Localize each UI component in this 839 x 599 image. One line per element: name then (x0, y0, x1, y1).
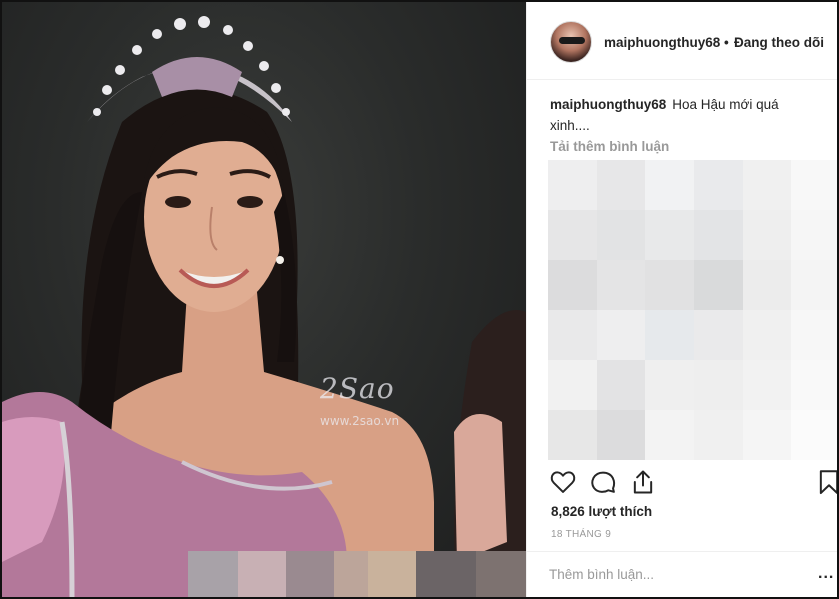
load-more-comments-link[interactable]: Tải thêm bình luận (550, 139, 669, 154)
follow-status-button[interactable]: Đang theo dõi (734, 35, 824, 50)
censor-block (596, 160, 646, 210)
censor-block (548, 360, 597, 410)
censor-block (596, 310, 646, 360)
censored-comments (548, 160, 837, 460)
censor-block (791, 360, 837, 410)
censor-block (645, 160, 694, 210)
censor-block (286, 551, 334, 597)
more-options-button[interactable]: ... (818, 565, 834, 583)
censor-block (742, 310, 792, 360)
post-date[interactable]: 18 THÁNG 9 (551, 529, 611, 540)
censor-block (368, 551, 416, 597)
censor-block (596, 360, 646, 410)
bookmark-icon[interactable] (815, 468, 837, 496)
censor-block (238, 551, 286, 597)
censor-block (416, 551, 476, 597)
censor-block (742, 260, 792, 310)
post-header: maiphuongthuy68 • Đang theo dõi (527, 2, 837, 80)
post-photo[interactable]: 2Sao www.2sao.vn (2, 2, 526, 597)
censor-block (645, 260, 694, 310)
watermark: 2Sao www.2sao.vn (320, 372, 430, 432)
censor-block (791, 160, 837, 210)
censor-block (791, 310, 837, 360)
photo-illustration (2, 16, 526, 597)
post-sidebar: maiphuongthuy68 • Đang theo dõi maiphuon… (526, 2, 837, 597)
censor-block (596, 410, 646, 460)
censor-block (548, 260, 597, 310)
censor-block (694, 360, 743, 410)
censor-block (791, 210, 837, 260)
instagram-post-frame: 2Sao www.2sao.vn maiphuongthuy68 • Đang … (0, 0, 839, 599)
censor-block (694, 310, 743, 360)
comment-input[interactable] (549, 567, 789, 582)
like-count[interactable]: 8,826 lượt thích (551, 504, 652, 519)
censor-block (645, 360, 694, 410)
share-icon[interactable] (629, 468, 657, 496)
censor-block (694, 410, 743, 460)
comment-icon[interactable] (589, 468, 617, 496)
comment-bar: ... (527, 551, 837, 597)
photo-censor-strip (188, 551, 526, 597)
censor-block (476, 551, 526, 597)
watermark-url: www.2sao.vn (320, 414, 400, 428)
censor-block (742, 360, 792, 410)
header-separator: • (724, 35, 729, 50)
post-actions (527, 464, 837, 500)
censor-block (188, 551, 238, 597)
censor-block (742, 160, 792, 210)
heart-icon[interactable] (549, 468, 577, 496)
censor-block (791, 410, 837, 460)
censor-block (742, 410, 792, 460)
post-caption: maiphuongthuy68 Hoa Hậu mới quá xinh.... (550, 94, 800, 136)
censor-block (645, 410, 694, 460)
censor-block (548, 160, 597, 210)
censor-block (742, 210, 792, 260)
censor-block (596, 260, 646, 310)
censor-block (645, 310, 694, 360)
censor-block (548, 310, 597, 360)
censor-block (548, 410, 597, 460)
censor-block (694, 260, 743, 310)
censor-block (694, 160, 743, 210)
censor-block (791, 260, 837, 310)
censor-block (694, 210, 743, 260)
caption-username[interactable]: maiphuongthuy68 (550, 97, 666, 112)
censor-block (334, 551, 368, 597)
header-username[interactable]: maiphuongthuy68 (604, 35, 720, 50)
censor-block (596, 210, 646, 260)
watermark-logo: 2Sao (320, 372, 395, 405)
censor-block (548, 210, 597, 260)
censor-block (645, 210, 694, 260)
avatar[interactable] (550, 21, 592, 63)
